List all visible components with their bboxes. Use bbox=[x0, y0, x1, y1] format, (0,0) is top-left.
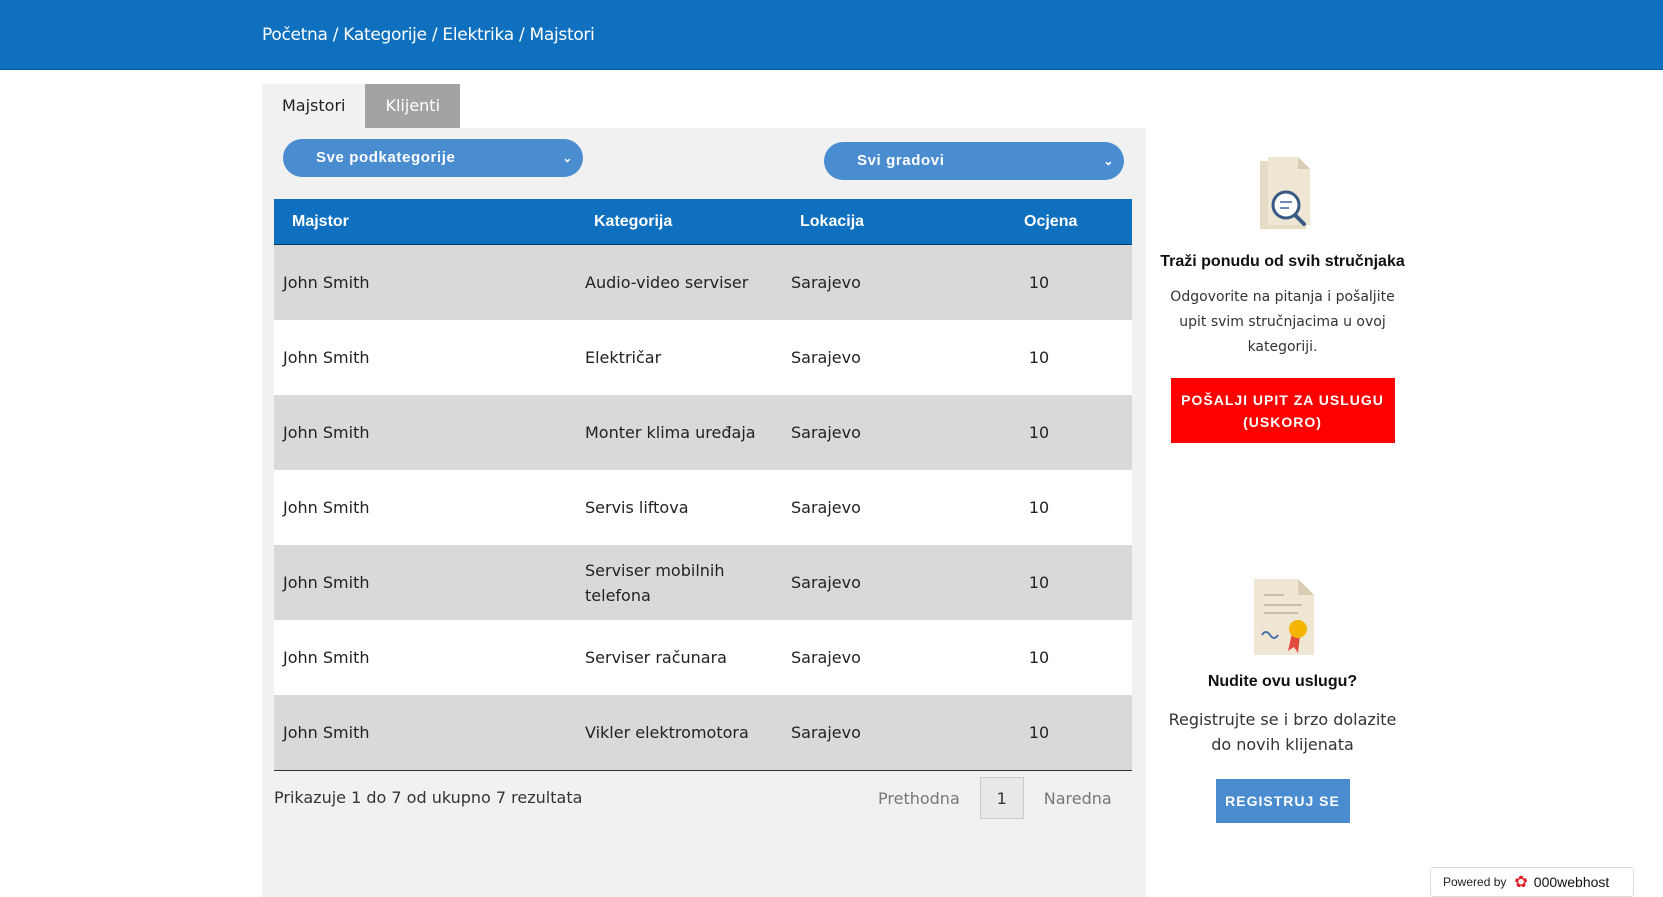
cell-category: Audio-video serviser bbox=[585, 273, 749, 292]
cell-rating: 10 bbox=[1028, 498, 1050, 517]
request-offer-text: Odgovorite na pitanja i pošaljite upit s… bbox=[1170, 289, 1395, 355]
webhost-logo-icon: ✿ bbox=[1514, 874, 1528, 891]
offer-service-title: Nudite ovu uslugu? bbox=[1207, 673, 1358, 690]
offer-service-card: Nudite ovu uslugu? Registrujte se i brzo… bbox=[1160, 577, 1405, 823]
cell-location: Sarajevo bbox=[791, 723, 861, 742]
register-button[interactable]: REGISTRUJ SE bbox=[1215, 779, 1350, 823]
cell-category: Električar bbox=[585, 348, 662, 367]
table-row[interactable]: John Smith Serviser mobilnih telefona Sa… bbox=[274, 545, 1132, 620]
table-bottom-border bbox=[274, 770, 1132, 771]
cell-category: Serviser računara bbox=[585, 648, 727, 667]
tab-majstori[interactable]: Majstori bbox=[262, 84, 366, 128]
cell-rating: 10 bbox=[1028, 648, 1050, 667]
top-bar: Početna / Kategorije / Elektrika / Majst… bbox=[0, 0, 1663, 70]
cell-category: Servis liftova bbox=[585, 498, 689, 517]
table-row[interactable]: John Smith Vikler elektromotora Sarajevo… bbox=[274, 695, 1132, 770]
cell-category: Vikler elektromotora bbox=[585, 723, 749, 742]
results-info: Prikazuje 1 do 7 od ukupno 7 rezultata bbox=[274, 788, 583, 807]
cell-rating: 10 bbox=[1028, 723, 1050, 742]
send-request-button[interactable]: POŠALJI UPIT ZA USLUGU (USKORO) bbox=[1170, 378, 1395, 443]
breadcrumb-separator: / bbox=[518, 25, 525, 45]
column-header-lokacija: Lokacija bbox=[800, 213, 865, 230]
offer-service-text: Registrujte se i brzo dolazite do novih … bbox=[1168, 710, 1397, 754]
city-select[interactable]: Svi gradovi ⌄ bbox=[824, 142, 1124, 180]
breadcrumb-categories[interactable]: Kategorije bbox=[343, 25, 427, 45]
main-panel: Sve podkategorije ⌄ Svi gradovi ⌄ Majsto… bbox=[262, 128, 1146, 897]
document-search-icon bbox=[1160, 155, 1405, 235]
cell-location: Sarajevo bbox=[791, 423, 861, 442]
table-header: Majstor Kategorija Lokacija Ocjena bbox=[274, 199, 1132, 245]
next-page-button[interactable]: Naredna bbox=[1024, 789, 1132, 808]
cell-rating: 10 bbox=[1028, 273, 1050, 292]
breadcrumb-category[interactable]: Elektrika bbox=[442, 25, 514, 45]
pagination: Prethodna 1 Naredna bbox=[858, 776, 1132, 820]
table-row[interactable]: John Smith Serviser računara Sarajevo 10 bbox=[274, 620, 1132, 695]
cell-rating: 10 bbox=[1028, 573, 1050, 592]
cell-rating: 10 bbox=[1028, 423, 1050, 442]
cell-master: John Smith bbox=[283, 573, 370, 592]
cell-master: John Smith bbox=[283, 273, 370, 292]
cell-location: Sarajevo bbox=[791, 498, 861, 517]
column-header-majstor: Majstor bbox=[292, 213, 349, 230]
table-row[interactable]: John Smith Električar Sarajevo 10 bbox=[274, 320, 1132, 395]
chevron-down-icon: ⌄ bbox=[1103, 154, 1114, 168]
cell-category: Serviser mobilnih telefona bbox=[585, 560, 725, 605]
cell-master: John Smith bbox=[283, 648, 370, 667]
breadcrumb-home[interactable]: Početna bbox=[262, 25, 328, 45]
certificate-icon bbox=[1160, 577, 1405, 657]
breadcrumb-separator: / bbox=[332, 25, 339, 45]
cell-location: Sarajevo bbox=[791, 273, 861, 292]
tab-klijenti[interactable]: Klijenti bbox=[365, 84, 461, 128]
chevron-down-icon: ⌄ bbox=[562, 151, 573, 165]
page-1-button[interactable]: 1 bbox=[979, 777, 1024, 819]
subcategory-select[interactable]: Sve podkategorije ⌄ bbox=[283, 139, 583, 177]
breadcrumb: Početna / Kategorije / Elektrika / Majst… bbox=[262, 25, 595, 45]
cell-master: John Smith bbox=[283, 423, 370, 442]
tab-bar: Majstori Klijenti bbox=[262, 84, 461, 128]
cell-location: Sarajevo bbox=[791, 648, 861, 667]
request-offer-title: Traži ponudu od svih stručnjaka bbox=[1160, 253, 1405, 270]
cell-location: Sarajevo bbox=[791, 573, 861, 592]
table-row[interactable]: John Smith Monter klima uređaja Sarajevo… bbox=[274, 395, 1132, 470]
powered-by-badge[interactable]: Powered by ✿ 000webhost bbox=[1430, 867, 1634, 897]
cell-location: Sarajevo bbox=[791, 348, 861, 367]
cell-master: John Smith bbox=[283, 723, 370, 742]
table-row[interactable]: John Smith Servis liftova Sarajevo 10 bbox=[274, 470, 1132, 545]
breadcrumb-separator: / bbox=[431, 25, 438, 45]
cell-master: John Smith bbox=[283, 498, 370, 517]
prev-page-button[interactable]: Prethodna bbox=[858, 789, 980, 808]
table-row[interactable]: John Smith Audio-video serviser Sarajevo… bbox=[274, 245, 1132, 320]
masters-table: Majstor Kategorija Lokacija Ocjena John … bbox=[274, 199, 1132, 771]
column-header-ocjena: Ocjena bbox=[1024, 213, 1078, 230]
cell-master: John Smith bbox=[283, 348, 370, 367]
city-select-value: Svi gradovi bbox=[857, 152, 945, 169]
cell-category: Monter klima uređaja bbox=[585, 423, 756, 442]
subcategory-select-value: Sve podkategorije bbox=[316, 149, 456, 166]
breadcrumb-current: Majstori bbox=[529, 25, 595, 45]
powered-by-label: Powered by bbox=[1443, 875, 1507, 889]
powered-by-brand: 000webhost bbox=[1533, 874, 1610, 890]
request-offer-card: Traži ponudu od svih stručnjaka Odgovori… bbox=[1160, 155, 1405, 443]
cell-rating: 10 bbox=[1028, 348, 1050, 367]
column-header-kategorija: Kategorija bbox=[594, 213, 673, 230]
